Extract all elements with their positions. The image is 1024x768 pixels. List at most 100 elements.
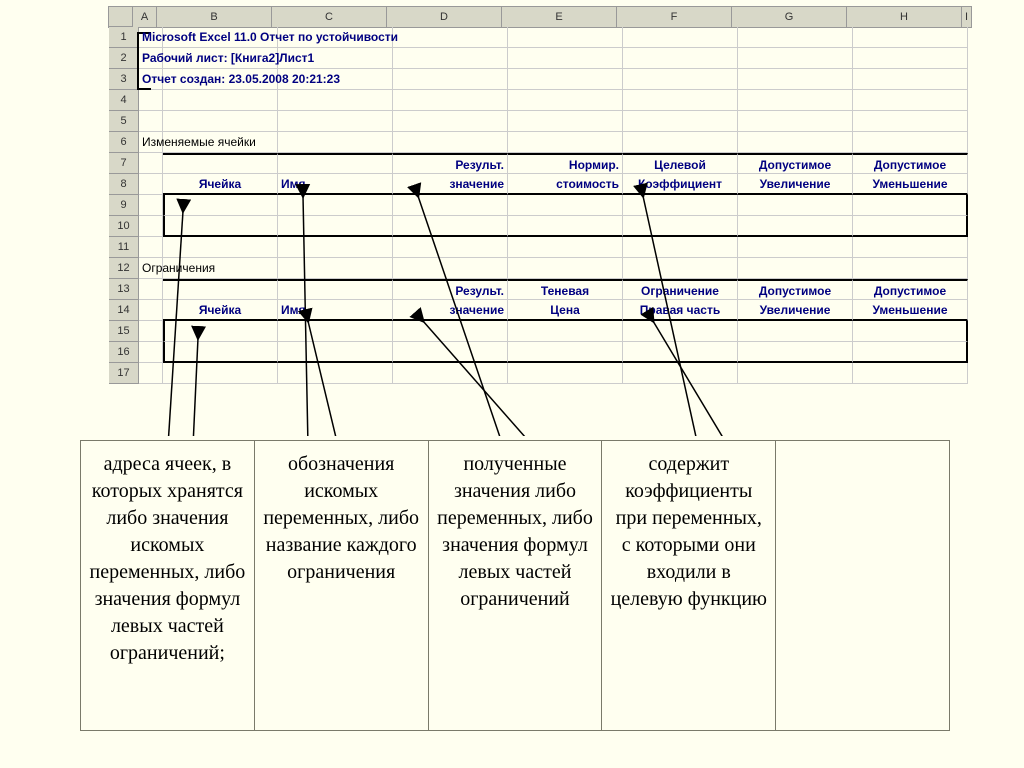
- select-all-corner[interactable]: [109, 7, 133, 27]
- cell[interactable]: [623, 69, 738, 90]
- cell[interactable]: [139, 363, 163, 384]
- cell[interactable]: [623, 321, 738, 342]
- hdr2-result-bot[interactable]: значение: [393, 300, 508, 321]
- cell[interactable]: [623, 195, 738, 216]
- cell[interactable]: [163, 90, 278, 111]
- cell[interactable]: [508, 321, 623, 342]
- cell[interactable]: [738, 321, 853, 342]
- cell-A2[interactable]: Рабочий лист: [Книга2]Лист1: [139, 48, 163, 69]
- cell[interactable]: [139, 195, 163, 216]
- hdr-name[interactable]: Имя: [278, 174, 393, 195]
- row-header[interactable]: 3: [109, 69, 139, 90]
- cell[interactable]: [139, 279, 163, 300]
- row-header[interactable]: 11: [109, 237, 139, 258]
- cell[interactable]: [393, 342, 508, 363]
- cell[interactable]: [738, 237, 853, 258]
- cell[interactable]: [853, 321, 968, 342]
- cell[interactable]: [738, 342, 853, 363]
- cell[interactable]: [393, 48, 508, 69]
- cell[interactable]: [623, 48, 738, 69]
- cell[interactable]: [623, 111, 738, 132]
- cell[interactable]: [393, 258, 508, 279]
- hdr-target-top[interactable]: Целевой: [623, 153, 738, 174]
- cell[interactable]: [508, 69, 623, 90]
- cell[interactable]: [738, 111, 853, 132]
- col-header-H[interactable]: H: [847, 7, 962, 27]
- cell[interactable]: [853, 90, 968, 111]
- cell[interactable]: [278, 237, 393, 258]
- cell[interactable]: [508, 342, 623, 363]
- hdr-result-bot[interactable]: значение: [393, 174, 508, 195]
- row-header[interactable]: 1: [109, 27, 139, 48]
- cell[interactable]: [853, 258, 968, 279]
- hdr2-allow-inc-bot[interactable]: Увеличение: [738, 300, 853, 321]
- cell[interactable]: [278, 258, 393, 279]
- col-header-F[interactable]: F: [617, 7, 732, 27]
- cell[interactable]: [853, 342, 968, 363]
- cell[interactable]: [738, 132, 853, 153]
- hdr-allow-inc-bot[interactable]: Увеличение: [738, 174, 853, 195]
- cell[interactable]: [278, 111, 393, 132]
- cell[interactable]: [738, 258, 853, 279]
- cell[interactable]: [163, 195, 278, 216]
- cell[interactable]: [139, 342, 163, 363]
- row-header[interactable]: 15: [109, 321, 139, 342]
- cell[interactable]: [393, 27, 508, 48]
- cell-A12[interactable]: Ограничения: [139, 258, 163, 279]
- cell[interactable]: [278, 342, 393, 363]
- col-header-C[interactable]: C: [272, 7, 387, 27]
- cell[interactable]: [278, 132, 393, 153]
- hdr2-constraint-top[interactable]: Ограничение: [623, 279, 738, 300]
- cell[interactable]: [278, 363, 393, 384]
- hdr-allow-dec-top[interactable]: Допустимое: [853, 153, 968, 174]
- hdr2-result-top[interactable]: Результ.: [393, 279, 508, 300]
- hdr-allow-inc-top[interactable]: Допустимое: [738, 153, 853, 174]
- hdr2-allow-dec-top[interactable]: Допустимое: [853, 279, 968, 300]
- cell[interactable]: [139, 153, 163, 174]
- cell[interactable]: [508, 237, 623, 258]
- cell[interactable]: [163, 237, 278, 258]
- cell[interactable]: [139, 174, 163, 195]
- cell[interactable]: [163, 321, 278, 342]
- grid-body[interactable]: Microsoft Excel 11.0 Отчет по устойчивос…: [139, 27, 968, 384]
- cell[interactable]: [278, 321, 393, 342]
- cell[interactable]: [393, 195, 508, 216]
- cell[interactable]: [853, 48, 968, 69]
- cell[interactable]: [623, 237, 738, 258]
- cell[interactable]: [163, 216, 278, 237]
- hdr-norm-bot[interactable]: стоимость: [508, 174, 623, 195]
- cell[interactable]: [508, 258, 623, 279]
- cell[interactable]: [623, 132, 738, 153]
- row-header[interactable]: 13: [109, 279, 139, 300]
- col-header-G[interactable]: G: [732, 7, 847, 27]
- cell[interactable]: [853, 195, 968, 216]
- cell[interactable]: [139, 111, 163, 132]
- col-header-A[interactable]: A: [133, 7, 157, 27]
- cell[interactable]: [393, 321, 508, 342]
- hdr-result-top[interactable]: Результ.: [393, 153, 508, 174]
- row-header[interactable]: 2: [109, 48, 139, 69]
- row-header[interactable]: 10: [109, 216, 139, 237]
- cell[interactable]: [393, 132, 508, 153]
- cell[interactable]: [623, 363, 738, 384]
- row-header[interactable]: 9: [109, 195, 139, 216]
- cell[interactable]: [393, 90, 508, 111]
- row-header[interactable]: 7: [109, 153, 139, 174]
- col-header-D[interactable]: D: [387, 7, 502, 27]
- cell[interactable]: [623, 27, 738, 48]
- cell[interactable]: [393, 111, 508, 132]
- cell[interactable]: [623, 258, 738, 279]
- cell[interactable]: [853, 111, 968, 132]
- hdr-cell[interactable]: Ячейка: [163, 174, 278, 195]
- cell[interactable]: [738, 27, 853, 48]
- cell[interactable]: [508, 216, 623, 237]
- cell-A6[interactable]: Изменяемые ячейки: [139, 132, 163, 153]
- hdr-target-bot[interactable]: Коэффициент: [623, 174, 738, 195]
- cell-A1[interactable]: Microsoft Excel 11.0 Отчет по устойчивос…: [139, 27, 163, 48]
- cell[interactable]: [139, 216, 163, 237]
- cell[interactable]: [163, 363, 278, 384]
- cell[interactable]: [508, 195, 623, 216]
- cell[interactable]: [738, 69, 853, 90]
- cell[interactable]: [508, 48, 623, 69]
- col-header-B[interactable]: B: [157, 7, 272, 27]
